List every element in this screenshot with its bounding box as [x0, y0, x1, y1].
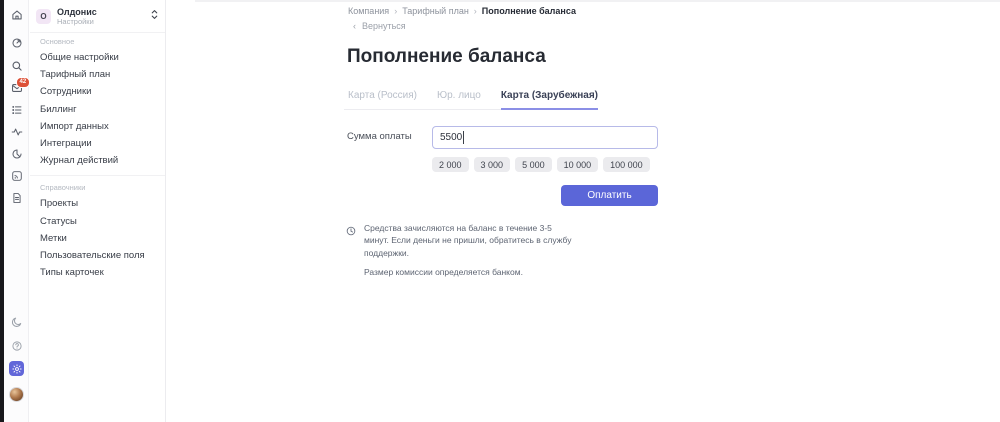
dark-mode-moon-icon[interactable] [4, 316, 29, 328]
commission-note: Размер комиссии определяется банком. [364, 266, 572, 278]
sidebar-section-main: Основное Общие настройкиТарифный планСот… [30, 33, 165, 175]
sidebar-item[interactable]: Сотрудники [40, 83, 155, 100]
sidebar-item[interactable]: Биллинг [40, 101, 155, 118]
sidebar-item[interactable]: Тарифный план [40, 66, 155, 83]
chevron-up-down-icon[interactable] [150, 7, 159, 25]
amount-input[interactable] [432, 126, 658, 149]
crediting-note: Средства зачисляются на баланс в течение… [364, 222, 572, 259]
breadcrumb-separator-icon: › [474, 6, 477, 16]
breadcrumb-item[interactable]: Тарифный план [402, 6, 469, 16]
clock-icon [346, 223, 356, 278]
home-icon[interactable] [4, 9, 29, 21]
top-divider [195, 0, 1000, 2]
quick-amounts: 2 000 3 000 5 000 10 000 100 000 [432, 157, 650, 172]
tab[interactable]: Карта (Россия) [348, 90, 417, 110]
sidebar-items-main: Общие настройкиТарифный планСотрудникиБи… [40, 49, 155, 169]
tab[interactable]: Карта (Зарубежная) [501, 90, 598, 110]
sidebar-items-directories: ПроектыСтатусыМеткиПользовательские поля… [40, 195, 155, 281]
main-content: Компания › Тарифный план › Пополнение ба… [167, 0, 1000, 422]
app-window: 42 О О [0, 0, 1000, 422]
help-icon[interactable] [4, 340, 29, 352]
company-subtitle: Настройки [57, 17, 144, 26]
list-icon[interactable] [4, 104, 29, 116]
amount-label: Сумма оплаты [347, 131, 412, 142]
sidebar-item[interactable]: Пользовательские поля [40, 247, 155, 264]
company-switcher[interactable]: О Олдонис Настройки [30, 0, 165, 33]
sidebar-item[interactable]: Проекты [40, 195, 155, 212]
sidebar-item[interactable]: Типы карточек [40, 264, 155, 281]
breadcrumb-item[interactable]: Компания [348, 6, 389, 16]
settings-gear-icon[interactable] [9, 361, 24, 376]
activity-icon[interactable] [4, 126, 29, 138]
chevron-left-icon: ‹ [353, 21, 356, 31]
amount-input-wrap [432, 126, 658, 149]
payment-tabs: Карта (Россия)Юр. лицоКарта (Зарубежная) [344, 90, 587, 110]
breadcrumb-separator-icon: › [394, 6, 397, 16]
sidebar-item[interactable]: Импорт данных [40, 118, 155, 135]
text-caret [463, 131, 464, 144]
page-title: Пополнение баланса [347, 46, 546, 68]
mail-badge: 42 [16, 77, 30, 88]
search-icon[interactable] [4, 60, 29, 72]
section-label: Основное [40, 37, 155, 47]
quick-amount-chip[interactable]: 100 000 [603, 157, 650, 172]
sidebar-section-directories: Справочники ПроектыСтатусыМеткиПользоват… [30, 175, 165, 287]
sidebar-item[interactable]: Интеграции [40, 135, 155, 152]
info-notes: Средства зачисляются на баланс в течение… [346, 222, 572, 278]
back-label: Вернуться [362, 21, 406, 31]
icon-rail: 42 [4, 0, 29, 422]
tab[interactable]: Юр. лицо [437, 90, 481, 110]
section-label: Справочники [40, 183, 155, 193]
news-feed-icon[interactable] [4, 170, 29, 182]
document-icon[interactable] [4, 192, 29, 204]
sidebar-item[interactable]: Общие настройки [40, 49, 155, 66]
user-avatar[interactable] [9, 387, 24, 402]
quick-amount-chip[interactable]: 3 000 [474, 157, 511, 172]
quick-amount-chip[interactable]: 2 000 [432, 157, 469, 172]
sidebar-item[interactable]: Журнал действий [40, 152, 155, 169]
back-link[interactable]: ‹ Вернуться [353, 21, 406, 31]
sidebar-item[interactable]: Статусы [40, 213, 155, 230]
pie-chart-icon[interactable] [4, 148, 29, 160]
sidebar-item[interactable]: Метки [40, 230, 155, 247]
compass-icon[interactable] [4, 37, 29, 49]
quick-amount-chip[interactable]: 10 000 [557, 157, 599, 172]
company-name: Олдонис [57, 7, 144, 17]
settings-sidebar: О Олдонис Настройки Основное Общие настр… [30, 0, 166, 422]
breadcrumb-current: Пополнение баланса [482, 6, 576, 16]
pay-button[interactable]: Оплатить [561, 185, 658, 206]
breadcrumb: Компания › Тарифный план › Пополнение ба… [348, 6, 576, 16]
company-avatar: О [36, 9, 51, 24]
quick-amount-chip[interactable]: 5 000 [515, 157, 552, 172]
